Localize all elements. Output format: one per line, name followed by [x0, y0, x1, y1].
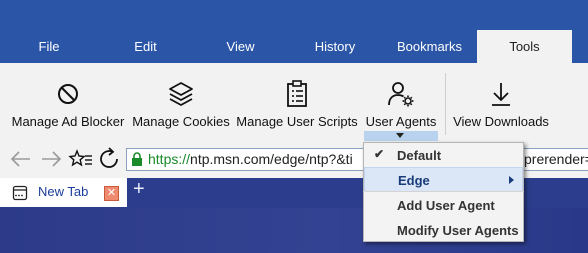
- ribbon-separator: [445, 73, 446, 135]
- block-icon: [58, 84, 78, 104]
- menu-item-label: Default: [397, 148, 442, 163]
- view-downloads-button[interactable]: View Downloads: [452, 63, 550, 135]
- manage-user-scripts-label: Manage User Scripts: [236, 114, 358, 129]
- manage-cookies-button[interactable]: Manage Cookies: [130, 63, 232, 135]
- caret-down-icon: [396, 133, 404, 138]
- forward-icon[interactable]: [38, 145, 64, 173]
- favorites-star-icon[interactable]: [68, 145, 94, 173]
- menu-item-label: Add User Agent: [397, 198, 495, 213]
- close-tab-icon[interactable]: ✕: [104, 186, 119, 201]
- download-icon: [492, 83, 510, 106]
- menu-item-label: Edge: [398, 173, 430, 188]
- page-icon: [12, 185, 28, 201]
- manage-user-scripts-button[interactable]: Manage User Scripts: [236, 63, 358, 135]
- checkmark-icon: ✔: [374, 147, 385, 161]
- manage-ad-blocker-button[interactable]: Manage Ad Blocker: [10, 63, 126, 135]
- menu-tab-history[interactable]: History: [288, 30, 382, 63]
- menu-item-modify-user-agents[interactable]: Modify User Agents: [364, 218, 523, 243]
- url-text: https://ntp.msn.com/edge/ntp?&ti: [148, 151, 353, 167]
- menu-tab-file[interactable]: File: [0, 30, 98, 63]
- cookies-icon: [169, 82, 193, 106]
- user-agents-button[interactable]: User Agents: [362, 63, 440, 135]
- manage-ad-blocker-label: Manage Ad Blocker: [11, 114, 125, 129]
- menu-item-label: Modify User Agents: [397, 223, 519, 238]
- view-downloads-label: View Downloads: [453, 114, 549, 129]
- url-host: ntp.msn.com/edge/ntp?&ti: [190, 151, 353, 167]
- url-scheme: https://: [148, 151, 191, 167]
- menu-bar: File Edit View History Bookmarks Tools: [0, 0, 588, 63]
- scripts-icon: [287, 80, 307, 107]
- user-agent-icon: [388, 82, 414, 107]
- menu-item-edge[interactable]: Edge: [364, 167, 523, 192]
- user-agents-menu: ✔ Default Edge Add User Agent Modify Use…: [363, 142, 524, 242]
- menu-tab-tools[interactable]: Tools: [477, 30, 572, 63]
- ribbon-toolbar: Manage Ad Blocker Manage Cookies Manage …: [0, 63, 588, 143]
- menu-tab-edit[interactable]: Edit: [98, 30, 193, 63]
- url-tail: prerender=: [524, 151, 588, 167]
- menu-item-add-user-agent[interactable]: Add User Agent: [364, 193, 523, 218]
- manage-cookies-label: Manage Cookies: [132, 114, 230, 129]
- menu-tab-bookmarks[interactable]: Bookmarks: [382, 30, 477, 63]
- menu-separator: [363, 191, 524, 192]
- submenu-arrow-icon: [509, 176, 514, 184]
- back-icon[interactable]: [8, 145, 34, 173]
- tab-title: New Tab: [38, 184, 89, 199]
- menu-item-default[interactable]: ✔ Default: [364, 143, 523, 168]
- refresh-icon[interactable]: [97, 145, 123, 173]
- user-agents-label: User Agents: [365, 114, 437, 129]
- new-tab-plus-icon[interactable]: +: [133, 178, 145, 201]
- menu-tab-view[interactable]: View: [193, 30, 288, 63]
- lock-icon: [132, 152, 142, 166]
